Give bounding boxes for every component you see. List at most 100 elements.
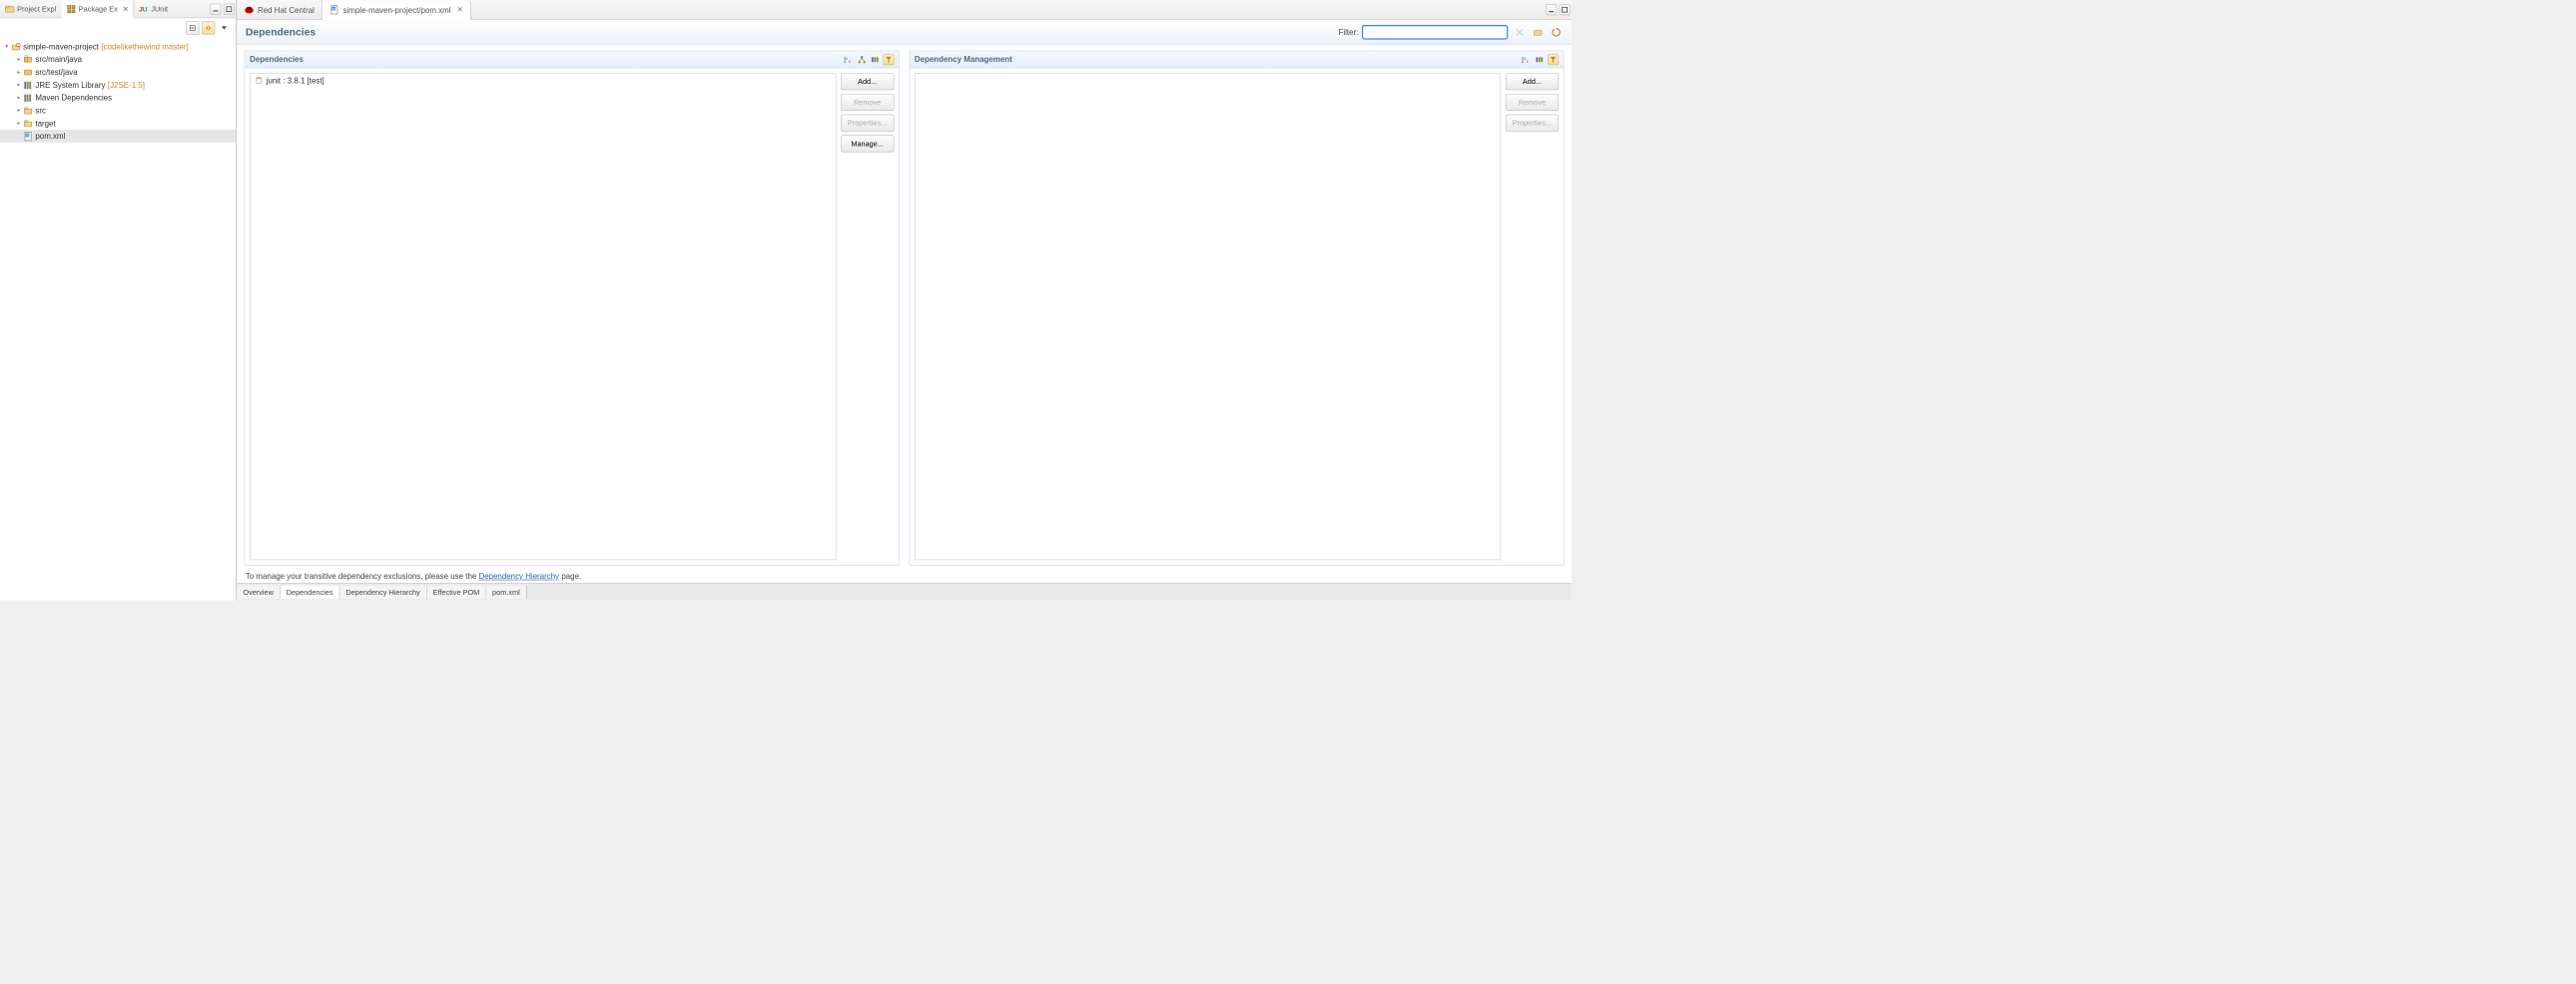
remove-button: Remove — [841, 94, 894, 111]
chevron-right-icon[interactable]: ▸ — [15, 107, 24, 114]
filter-label: Filter: — [1338, 27, 1358, 36]
section-header: Dependencies az — [245, 51, 899, 68]
svg-text:z: z — [1527, 59, 1529, 64]
bottom-tab-dependencies[interactable]: Dependencies — [281, 586, 340, 599]
minimize-icon[interactable] — [210, 3, 221, 14]
dependency-management-list[interactable] — [915, 73, 1501, 560]
project-explorer-icon — [5, 4, 15, 14]
dependencies-list[interactable]: junit : 3.8.1 [test] — [250, 73, 836, 560]
tree-node-pom[interactable]: M pom.xml — [0, 130, 236, 143]
pom-file-icon: M — [23, 131, 33, 141]
tab-label: simple-maven-project/pom.xml — [343, 5, 451, 14]
view-menu-icon[interactable] — [218, 21, 231, 34]
svg-text:M: M — [26, 133, 29, 137]
close-icon[interactable]: ✕ — [457, 5, 463, 14]
tab-package-explorer[interactable]: Package Ex ✕ — [62, 0, 135, 18]
editor-bottom-tabs: Overview Dependencies Dependency Hierarc… — [237, 583, 1572, 600]
tree-node[interactable]: ▸ src/main/java — [0, 53, 236, 66]
tab-label: Red Hat Central — [258, 5, 315, 14]
maximize-icon[interactable] — [1560, 4, 1571, 15]
tree-node[interactable]: ▸ JRE System Library [J2SE-1.5] — [0, 79, 236, 92]
list-item[interactable]: junit : 3.8.1 [test] — [251, 74, 836, 87]
junit-icon: JU — [139, 4, 149, 14]
editor-tab-redhat[interactable]: Red Hat Central — [237, 0, 322, 20]
tree-node[interactable]: ▸ src — [0, 104, 236, 117]
remove-button: Remove — [1506, 94, 1559, 111]
form-title: Dependencies — [246, 26, 316, 38]
filter-input[interactable] — [1362, 25, 1508, 40]
package-folder-icon — [23, 55, 33, 65]
properties-button: Properties... — [1506, 115, 1559, 132]
section-title: Dependencies — [250, 55, 304, 64]
bottom-tab-pom-xml[interactable]: pom.xml — [486, 586, 526, 599]
tree-node-decoration: [J2SE-1.5] — [108, 81, 145, 90]
manage-button[interactable]: Manage... — [841, 135, 894, 152]
chevron-right-icon[interactable]: ▸ — [15, 120, 24, 127]
close-icon[interactable]: ✕ — [123, 5, 129, 14]
jar-icon — [254, 76, 264, 86]
tree-node-label: simple-maven-project — [23, 42, 99, 51]
dependency-tree-icon[interactable] — [856, 54, 867, 65]
tree-node-decoration: [codelikethewind master] — [101, 42, 188, 51]
chevron-right-icon[interactable]: ▸ — [15, 82, 24, 89]
sort-az-icon[interactable]: az — [1521, 54, 1532, 65]
maven-project-icon: J — [11, 42, 21, 52]
clear-filter-icon — [1513, 25, 1526, 38]
section-header: Dependency Management az — [910, 51, 1564, 68]
package-explorer-view: Project Expl Package Ex ✕ JU JUnit — [0, 0, 237, 600]
button-column: Add... Remove Properties... — [1506, 68, 1564, 565]
filter-icon[interactable] — [1548, 54, 1559, 65]
bottom-tab-overview[interactable]: Overview — [237, 586, 280, 599]
filter-icon[interactable] — [883, 54, 894, 65]
collapse-all-icon[interactable] — [186, 21, 199, 34]
chevron-right-icon[interactable]: ▸ — [15, 95, 24, 102]
folder-icon — [23, 106, 33, 116]
app-root: Project Expl Package Ex ✕ JU JUnit — [0, 0, 1572, 600]
pom-file-icon: M — [329, 5, 339, 15]
redhat-icon — [245, 5, 255, 15]
dependencies-section: Dependencies az junit : 3.8.1 [test] — [245, 51, 900, 566]
tree-node-label: JRE System Library — [35, 81, 105, 90]
package-explorer-icon — [67, 4, 77, 14]
tree-node-label: src — [35, 106, 46, 115]
tree-root[interactable]: ▾ J simple-maven-project [codelikethewin… — [0, 40, 236, 53]
tree-node-label: src/main/java — [35, 55, 82, 64]
tree-node-label: pom.xml — [35, 132, 65, 141]
svg-text:z: z — [848, 59, 850, 64]
svg-text:U: U — [143, 6, 148, 13]
svg-text:J: J — [17, 44, 19, 48]
bottom-tab-dependency-hierarchy[interactable]: Dependency Hierarchy — [339, 586, 426, 599]
refresh-icon[interactable] — [1550, 25, 1563, 38]
maximize-icon[interactable] — [224, 3, 235, 14]
open-pom-icon[interactable] — [1532, 25, 1545, 38]
package-tree[interactable]: ▾ J simple-maven-project [codelikethewin… — [0, 38, 236, 601]
tree-node-label: Maven Dependencies — [35, 93, 112, 102]
hint-link[interactable]: Dependency Hierarchy — [478, 572, 559, 581]
editor-tab-pom[interactable]: M simple-maven-project/pom.xml ✕ — [322, 0, 471, 20]
chevron-down-icon[interactable]: ▾ — [2, 43, 11, 50]
chevron-right-icon[interactable]: ▸ — [15, 56, 24, 63]
section-body: Add... Remove Properties... — [910, 68, 1564, 565]
show-groupid-icon[interactable] — [870, 54, 881, 65]
add-button[interactable]: Add... — [841, 73, 894, 90]
package-folder-icon — [23, 67, 33, 77]
tab-project-explorer[interactable]: Project Expl — [0, 0, 62, 18]
tab-junit[interactable]: JU JUnit — [134, 0, 173, 18]
left-view-tabs: Project Expl Package Ex ✕ JU JUnit — [0, 0, 236, 18]
show-groupid-icon[interactable] — [1535, 54, 1546, 65]
editor-tabs: Red Hat Central M simple-maven-project/p… — [237, 0, 1572, 20]
tree-node[interactable]: ▸ Maven Dependencies — [0, 92, 236, 105]
hint-text: To manage your transitive dependency exc… — [237, 568, 1572, 583]
sort-az-icon[interactable]: az — [843, 54, 854, 65]
link-with-editor-icon[interactable] — [202, 21, 215, 34]
dependency-management-section: Dependency Management az Add... Remove P… — [909, 51, 1564, 566]
tree-node-label: target — [35, 119, 55, 128]
add-button[interactable]: Add... — [1506, 73, 1559, 90]
tree-node[interactable]: ▸ target — [0, 117, 236, 130]
bottom-tab-effective-pom[interactable]: Effective POM — [426, 586, 485, 599]
hint-prefix: To manage your transitive dependency exc… — [246, 572, 479, 581]
chevron-right-icon[interactable]: ▸ — [15, 69, 24, 76]
folder-icon — [23, 119, 33, 129]
minimize-icon[interactable] — [1546, 4, 1557, 15]
tree-node[interactable]: ▸ src/test/java — [0, 66, 236, 79]
